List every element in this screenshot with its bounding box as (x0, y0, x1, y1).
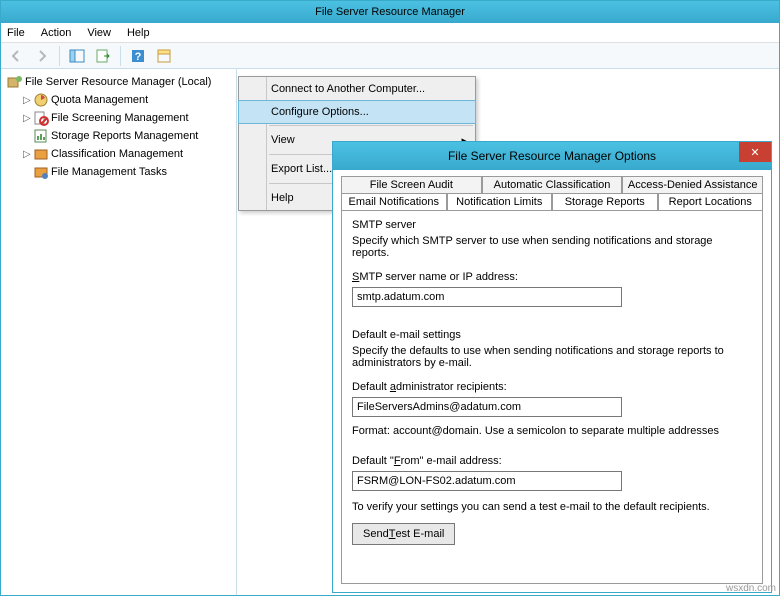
properties-button[interactable] (153, 45, 175, 67)
forward-button[interactable] (31, 45, 53, 67)
from-input[interactable] (352, 471, 622, 491)
admin-recipients-label: Default administrator recipients: (352, 381, 752, 393)
tree-storage-label: Storage Reports Management (51, 130, 198, 142)
menu-help[interactable]: Help (127, 27, 150, 39)
dialog-tabs: File Screen Audit Automatic Classificati… (341, 176, 763, 210)
toolbar-sep-icon (59, 46, 60, 66)
tree-classification-label: Classification Management (51, 148, 183, 160)
smtp-desc: Specify which SMTP server to use when se… (352, 235, 752, 259)
tree-classification[interactable]: ▷ Classification Management (3, 145, 234, 163)
toolbar-sep-icon (120, 46, 121, 66)
ctx-sep-icon (269, 125, 473, 126)
ctx-view-label: View (271, 134, 295, 146)
tab-report-locations[interactable]: Report Locations (658, 193, 764, 210)
back-button[interactable] (5, 45, 27, 67)
svg-text:?: ? (135, 51, 142, 63)
tab-panel-email: SMTP server Specify which SMTP server to… (341, 210, 763, 584)
main-titlebar: File Server Resource Manager (1, 1, 779, 23)
default-email-header: Default e-mail settings (352, 329, 752, 341)
show-hide-tree-button[interactable] (66, 45, 88, 67)
dialog-titlebar: File Server Resource Manager Options ✕ (333, 142, 771, 170)
ctx-configure-label: Configure Options... (271, 106, 369, 118)
menu-file[interactable]: File (7, 27, 25, 39)
close-button[interactable]: ✕ (739, 142, 771, 162)
dialog-title: File Server Resource Manager Options (333, 149, 771, 163)
send-test-email-button[interactable]: Send Test E-mail (352, 523, 455, 545)
menubar: File Action View Help (1, 23, 779, 43)
tree-tasks-label: File Management Tasks (51, 166, 167, 178)
report-icon (33, 128, 49, 144)
smtp-header: SMTP server (352, 219, 752, 231)
format-hint: Format: account@domain. Use a semicolon … (352, 425, 752, 437)
tree-storage[interactable]: Storage Reports Management (3, 127, 234, 145)
tree-tasks[interactable]: File Management Tasks (3, 163, 234, 181)
tab-storage-reports[interactable]: Storage Reports (552, 193, 658, 210)
default-email-desc: Specify the defaults to use when sending… (352, 345, 752, 369)
close-icon: ✕ (750, 146, 759, 159)
ctx-help-label: Help (271, 192, 294, 204)
from-label: Default "From" e-mail address: (352, 455, 752, 467)
tree-filescreen[interactable]: ▷ File Screening Management (3, 109, 234, 127)
expander-icon[interactable]: ▷ (23, 149, 33, 160)
ctx-connect-label: Connect to Another Computer... (271, 83, 425, 95)
tab-notification-limits[interactable]: Notification Limits (447, 193, 553, 210)
help-button[interactable]: ? (127, 45, 149, 67)
tab-file-screen-audit[interactable]: File Screen Audit (341, 176, 482, 193)
menu-action[interactable]: Action (41, 27, 72, 39)
quota-icon (33, 92, 49, 108)
classification-icon (33, 146, 49, 162)
tab-email-notifications[interactable]: Email Notifications (341, 193, 447, 210)
tree-quota[interactable]: ▷ Quota Management (3, 91, 234, 109)
toolbar: ? (1, 43, 779, 69)
ctx-connect[interactable]: Connect to Another Computer... (239, 77, 475, 101)
tab-access-denied[interactable]: Access-Denied Assistance (622, 176, 763, 193)
tree-filescreen-label: File Screening Management (51, 112, 189, 124)
tree-quota-label: Quota Management (51, 94, 148, 106)
export-list-button[interactable] (92, 45, 114, 67)
tree-root[interactable]: File Server Resource Manager (Local) (3, 73, 234, 91)
ctx-configure[interactable]: Configure Options... (238, 100, 476, 124)
smtp-label: SMTP server name or IP address: (352, 271, 752, 283)
window-title: File Server Resource Manager (315, 6, 465, 18)
expander-icon[interactable]: ▷ (23, 95, 33, 106)
menu-view[interactable]: View (87, 27, 111, 39)
ctx-export-label: Export List... (271, 163, 332, 175)
tasks-icon (33, 164, 49, 180)
fsrm-icon (7, 74, 23, 90)
tab-automatic-classification[interactable]: Automatic Classification (482, 176, 623, 193)
expander-icon[interactable]: ▷ (23, 113, 33, 124)
smtp-input[interactable] (352, 287, 622, 307)
admin-recipients-input[interactable] (352, 397, 622, 417)
nav-tree: File Server Resource Manager (Local) ▷ Q… (1, 69, 237, 595)
watermark: wsxdn.com (726, 583, 776, 594)
options-dialog: File Server Resource Manager Options ✕ F… (332, 141, 772, 593)
filescreen-icon (33, 110, 49, 126)
tree-root-label: File Server Resource Manager (Local) (25, 76, 211, 88)
verify-note: To verify your settings you can send a t… (352, 501, 752, 513)
